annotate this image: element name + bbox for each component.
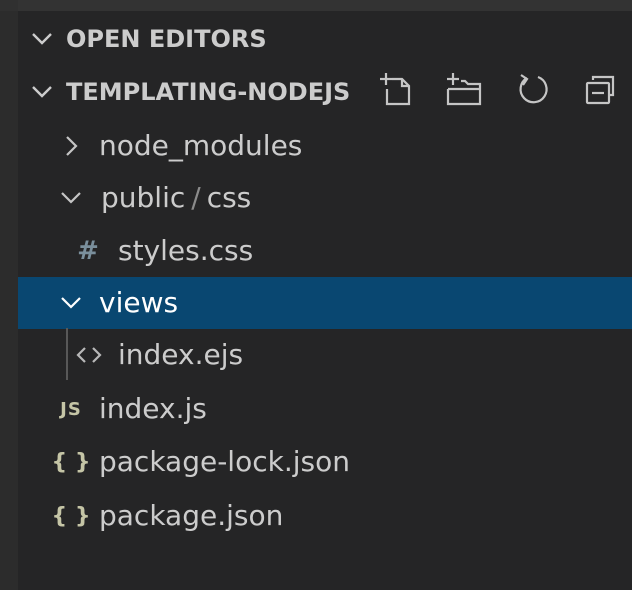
- tree-item-public-css[interactable]: public / css: [18, 172, 632, 224]
- activity-bar-edge: [0, 0, 18, 590]
- tree-item-index-ejs[interactable]: index.ejs: [18, 329, 632, 381]
- tree-item-label: package.json: [99, 499, 284, 532]
- chevron-right-icon: [56, 120, 86, 172]
- tree-item-label: public / css: [101, 181, 252, 214]
- tree-item-package-json[interactable]: { } package.json: [18, 490, 632, 542]
- chevron-down-icon: [56, 277, 86, 329]
- tree-item-views[interactable]: views: [18, 277, 632, 329]
- css-file-icon: #: [77, 236, 99, 266]
- panel-top-edge: [0, 0, 632, 11]
- tree-item-package-lock-json[interactable]: { } package-lock.json: [18, 436, 632, 488]
- js-file-icon: JS: [60, 398, 82, 420]
- collapse-all-button[interactable]: [578, 69, 622, 113]
- tree-item-label: package-lock.json: [99, 445, 350, 478]
- refresh-icon: [514, 71, 550, 111]
- ejs-file-icon: [74, 329, 104, 381]
- project-title: TEMPLATING-NODEJS: [66, 78, 351, 106]
- explorer-toolbar: [374, 68, 622, 114]
- new-folder-icon: [445, 71, 483, 111]
- new-file-icon: [378, 71, 414, 111]
- tree-item-node-modules[interactable]: node_modules: [18, 120, 632, 172]
- chevron-down-icon: [18, 14, 66, 64]
- chevron-down-icon: [18, 67, 66, 117]
- tree-item-label: styles.css: [118, 234, 254, 267]
- chevron-down-icon: [56, 172, 86, 224]
- tree-item-label: views: [99, 286, 179, 319]
- explorer-panel: OPEN EDITORS TEMPLATING-NODEJS node_modu…: [0, 0, 632, 590]
- json-file-icon: { }: [51, 503, 91, 529]
- refresh-button[interactable]: [510, 69, 554, 113]
- open-editors-header[interactable]: OPEN EDITORS: [18, 14, 632, 64]
- new-folder-button[interactable]: [442, 69, 486, 113]
- collapse-all-icon: [582, 71, 618, 111]
- tree-item-label: index.js: [99, 392, 207, 425]
- open-editors-title: OPEN EDITORS: [66, 25, 267, 53]
- json-file-icon: { }: [51, 449, 91, 475]
- tree-item-styles-css[interactable]: # styles.css: [18, 225, 632, 277]
- tree-item-index-js[interactable]: JS index.js: [18, 383, 632, 435]
- tree-item-label: node_modules: [99, 129, 303, 162]
- tree-item-label: index.ejs: [118, 338, 244, 371]
- new-file-button[interactable]: [374, 69, 418, 113]
